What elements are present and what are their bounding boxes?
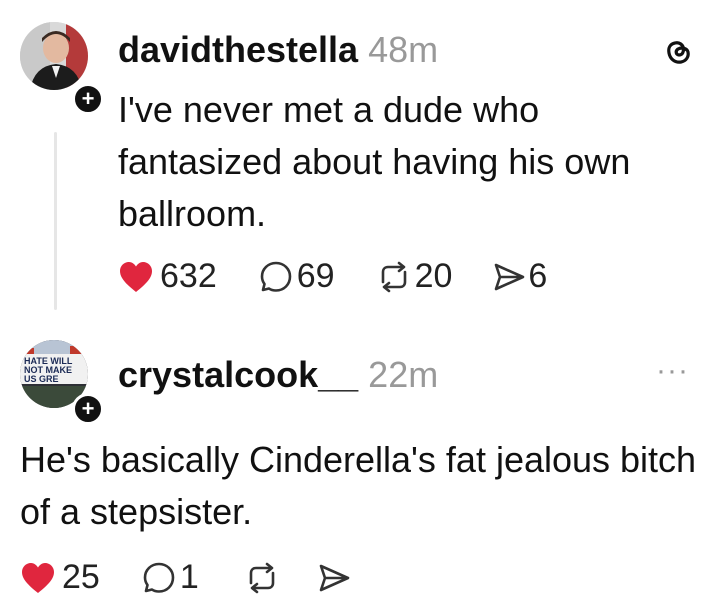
post1-timestamp: 48m: [368, 29, 439, 70]
repost-icon: [381, 261, 406, 292]
post1-username[interactable]: davidthestella: [118, 29, 358, 70]
repost-icon: [249, 562, 275, 593]
threads-logo-icon[interactable]: [660, 34, 696, 70]
thread-connector-line: [54, 132, 57, 310]
post2-timestamp: 22m: [368, 354, 439, 395]
post1-share-count: 6: [528, 257, 548, 295]
post2-actions: 25 1: [20, 558, 351, 597]
post1-like-count: 632: [160, 257, 217, 295]
follow-plus-button[interactable]: +: [72, 393, 104, 425]
comment-icon: [143, 562, 175, 593]
post1-repost-button[interactable]: 20: [375, 257, 453, 296]
post1-comment-count: 69: [296, 257, 335, 295]
post2-username[interactable]: crystalcook__: [118, 354, 358, 395]
svg-text:US GRE: US GRE: [24, 374, 59, 384]
post1-repost-count: 20: [414, 257, 453, 295]
post2-comment-count: 1: [179, 558, 199, 596]
post1-header: davidthestella 48m: [118, 28, 438, 72]
post1-comment-button[interactable]: 69: [259, 257, 335, 296]
post2-repost-button[interactable]: [243, 561, 281, 595]
post2-like-button[interactable]: 25: [20, 558, 100, 597]
heart-filled-icon: [120, 261, 152, 292]
post1-text: I've never met a dude who fantasized abo…: [118, 89, 631, 234]
heart-filled-icon: [22, 562, 54, 593]
post2-share-button[interactable]: [317, 561, 351, 595]
send-icon: [319, 564, 350, 591]
post1-share-button[interactable]: 6: [492, 257, 547, 296]
avatar-davidthestella[interactable]: [20, 22, 88, 90]
post2-text: He's basically Cinderella's fat jealous …: [20, 439, 697, 532]
send-icon: [495, 263, 525, 290]
post2-header: crystalcook__ 22m: [118, 353, 438, 397]
post2-comment-button[interactable]: 1: [142, 558, 199, 597]
post1-like-button[interactable]: 632: [118, 257, 217, 296]
post2-like-count: 25: [62, 558, 100, 596]
comment-icon: [260, 261, 292, 292]
avatar-photo: [20, 22, 88, 90]
more-options-button[interactable]: ···: [656, 354, 689, 388]
post1-actions: 632 69 20 6: [118, 257, 547, 296]
follow-plus-button[interactable]: +: [72, 83, 104, 115]
